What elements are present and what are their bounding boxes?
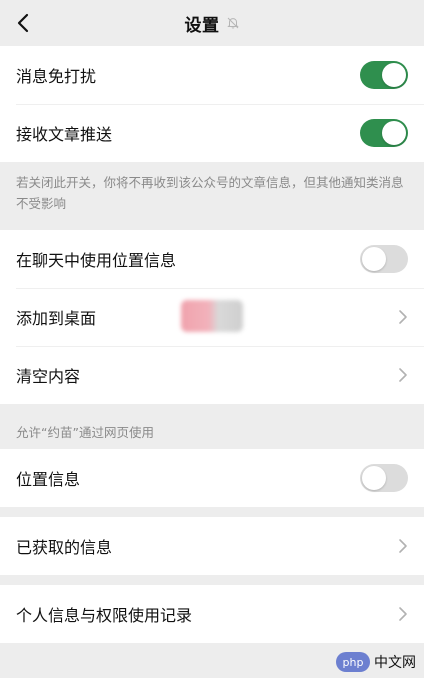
- clear-content-label: 清空内容: [16, 367, 81, 386]
- chat-settings-group: 在聊天中使用位置信息 添加到桌面 清空内容: [0, 230, 424, 404]
- chevron-right-icon: [399, 310, 407, 324]
- toggle-knob: [382, 121, 406, 145]
- add-to-desktop-row[interactable]: 添加到桌面: [0, 288, 424, 346]
- chevron-right-icon: [399, 368, 407, 382]
- blurred-thumbnail: [181, 300, 243, 332]
- notification-settings-group: 消息免打扰 接收文章推送: [0, 46, 424, 162]
- privacy-group: 个人信息与权限使用记录: [0, 585, 424, 643]
- mute-bell-icon: [226, 16, 240, 30]
- page-title: 设置: [184, 15, 220, 36]
- site-watermark: php 中文网: [336, 652, 416, 672]
- web-permission-header: 允许“约苗”通过网页使用: [16, 425, 154, 440]
- location-info-row: 位置信息: [0, 449, 424, 507]
- mute-notifications-row: 消息免打扰: [0, 46, 424, 104]
- toggle-knob: [362, 247, 386, 271]
- watermark-text: 中文网: [374, 655, 416, 671]
- web-permission-group: 位置信息: [0, 449, 424, 507]
- chevron-right-icon: [399, 539, 407, 553]
- toggle-knob: [362, 466, 386, 490]
- mute-notifications-label: 消息免打扰: [16, 67, 97, 86]
- mute-notifications-toggle[interactable]: [360, 61, 408, 89]
- obtained-info-row[interactable]: 已获取的信息: [0, 517, 424, 575]
- title-area: 设置: [0, 0, 424, 46]
- obtained-info-label: 已获取的信息: [16, 538, 113, 557]
- receive-articles-row: 接收文章推送: [0, 104, 424, 162]
- chevron-right-icon: [399, 607, 407, 621]
- article-push-note: 若关闭此开关，你将不再收到该公众号的文章信息，但其他通知类消息不受影响: [16, 175, 404, 211]
- toggle-knob: [382, 63, 406, 87]
- use-location-in-chat-row: 在聊天中使用位置信息: [0, 230, 424, 288]
- receive-articles-label: 接收文章推送: [16, 125, 113, 144]
- location-info-label: 位置信息: [16, 470, 81, 489]
- location-info-toggle[interactable]: [360, 464, 408, 492]
- navigation-bar: 设置: [0, 0, 424, 46]
- privacy-records-label: 个人信息与权限使用记录: [16, 606, 193, 625]
- use-location-in-chat-toggle[interactable]: [360, 245, 408, 273]
- php-logo: php: [336, 652, 370, 672]
- obtained-info-group: 已获取的信息: [0, 517, 424, 575]
- use-location-in-chat-label: 在聊天中使用位置信息: [16, 251, 177, 270]
- privacy-records-row[interactable]: 个人信息与权限使用记录: [0, 585, 424, 643]
- receive-articles-toggle[interactable]: [360, 119, 408, 147]
- clear-content-row[interactable]: 清空内容: [0, 346, 424, 404]
